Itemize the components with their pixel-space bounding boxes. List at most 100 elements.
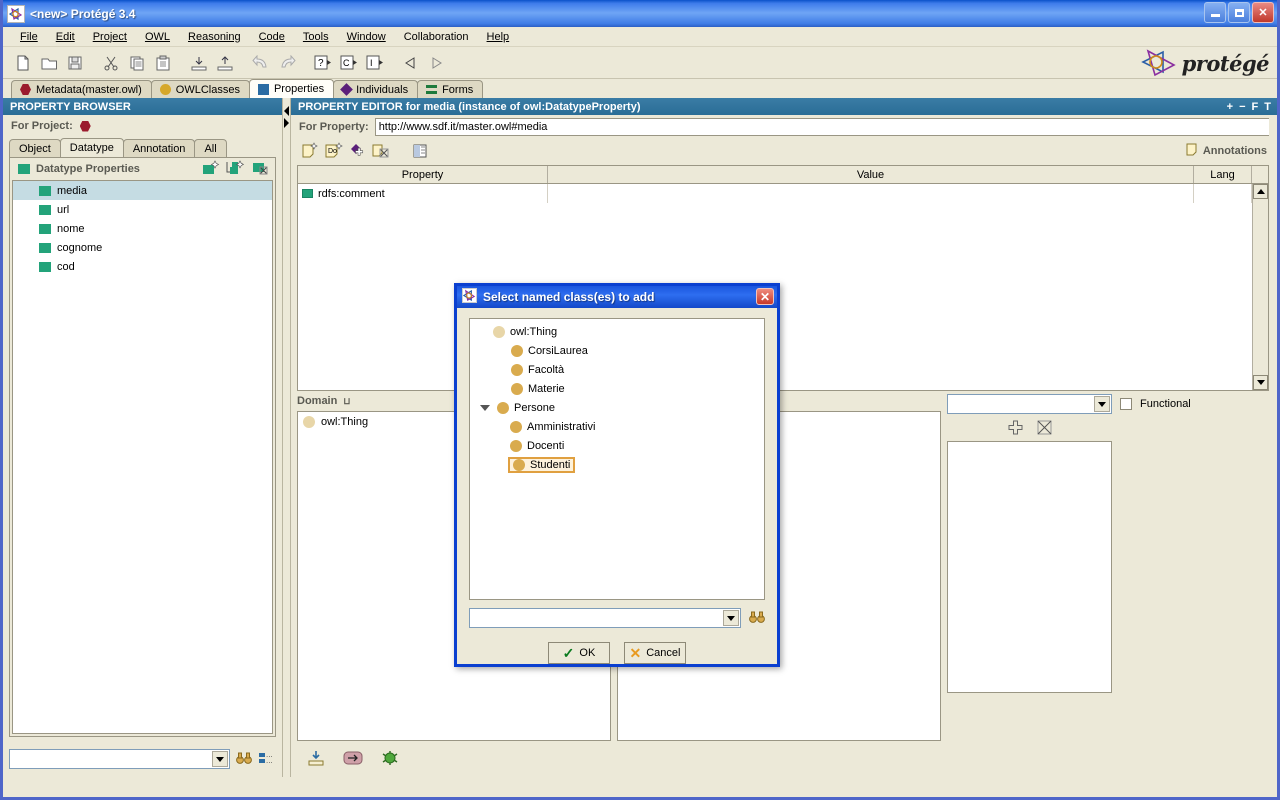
menu-code[interactable]: Code [250, 29, 294, 45]
create-annotation-icon[interactable] [301, 141, 319, 163]
subtab-annotation[interactable]: Annotation [122, 139, 196, 157]
tree-node-selected[interactable]: Studenti [508, 456, 576, 473]
view-options-icon[interactable]: ...... [258, 750, 276, 768]
subtab-datatype[interactable]: Datatype [59, 138, 124, 157]
move-icon[interactable] [343, 750, 363, 769]
menu-collaboration[interactable]: Collaboration [395, 29, 478, 45]
back-icon[interactable] [399, 51, 423, 75]
paste-icon[interactable] [151, 51, 175, 75]
column-header-lang[interactable]: Lang [1194, 166, 1252, 183]
debug-icon[interactable] [381, 750, 399, 769]
delete-property-icon[interactable] [252, 160, 270, 179]
subtab-object[interactable]: Object [9, 139, 61, 157]
remove-icon[interactable] [1037, 420, 1052, 438]
header-t-button[interactable]: T [1264, 101, 1271, 113]
tree-node-amministrativi[interactable]: Amministrativi [470, 417, 764, 436]
cell-lang[interactable] [1194, 184, 1252, 203]
instance-icon[interactable]: I [363, 51, 387, 75]
functional-checkbox[interactable] [1120, 398, 1132, 410]
menu-help[interactable]: Help [478, 29, 519, 45]
tree-node-persone[interactable]: Persone [470, 398, 764, 417]
redo-icon[interactable] [275, 51, 299, 75]
cell-value[interactable] [548, 184, 1194, 203]
query-icon[interactable]: ? [311, 51, 335, 75]
menu-window[interactable]: Window [338, 29, 395, 45]
list-item[interactable]: nome [13, 219, 272, 238]
menu-project[interactable]: Project [84, 29, 136, 45]
column-header-value[interactable]: Value [548, 166, 1194, 183]
menu-reasoning[interactable]: Reasoning [179, 29, 250, 45]
class-icon[interactable]: C [337, 51, 361, 75]
binoculars-icon[interactable] [749, 610, 765, 627]
menu-owl[interactable]: OWL [136, 29, 179, 45]
chevron-down-icon[interactable] [1094, 396, 1110, 412]
cell-property[interactable]: rdfs:comment [298, 184, 548, 203]
header-f-button[interactable]: F [1252, 101, 1259, 113]
dialog-search-combo[interactable] [469, 608, 741, 628]
menu-tools[interactable]: Tools [294, 29, 338, 45]
list-item[interactable]: cognome [13, 238, 272, 257]
collapse-left-icon[interactable] [284, 106, 289, 116]
tree-node-corsilaurea[interactable]: CorsiLaurea [470, 341, 764, 360]
search-combo[interactable] [9, 749, 230, 769]
chevron-down-icon[interactable] [723, 610, 739, 626]
tab-properties[interactable]: Properties [248, 79, 335, 98]
remove-annotation-icon[interactable] [372, 142, 390, 163]
tree-node-docenti[interactable]: Docenti [470, 436, 764, 455]
scroll-down-button[interactable] [1253, 375, 1268, 390]
dialog-close-button[interactable]: ✕ [756, 288, 774, 305]
class-tree[interactable]: owl:Thing CorsiLaurea Facoltà Materie Pe… [469, 318, 765, 600]
create-subproperty-icon[interactable] [226, 160, 246, 179]
new-project-icon[interactable] [11, 51, 35, 75]
cut-icon[interactable] [99, 51, 123, 75]
view-icon[interactable] [412, 143, 428, 162]
scroll-up-button[interactable] [1253, 184, 1268, 199]
export-icon[interactable] [213, 51, 237, 75]
tree-node-owl-thing[interactable]: owl:Thing [470, 322, 764, 341]
open-project-icon[interactable] [37, 51, 61, 75]
table-vertical-scrollbar[interactable] [1252, 184, 1268, 390]
undo-icon[interactable] [249, 51, 273, 75]
table-row[interactable]: rdfs:comment [298, 184, 1252, 203]
panel-splitter[interactable] [283, 98, 291, 777]
chevron-down-icon[interactable] [212, 751, 228, 767]
copy-icon[interactable] [125, 51, 149, 75]
datatype-properties-list[interactable]: media url nome cognome cod [12, 180, 273, 734]
close-button[interactable]: ✕ [1252, 2, 1274, 23]
maximize-button[interactable] [1228, 2, 1250, 23]
tree-node-materie[interactable]: Materie [470, 379, 764, 398]
import-icon[interactable] [187, 51, 211, 75]
range-combo[interactable] [947, 394, 1112, 414]
column-header-property[interactable]: Property [298, 166, 548, 183]
list-item[interactable]: media [13, 181, 272, 200]
add-property-value-icon[interactable] [349, 142, 367, 163]
tree-node-label: Studenti [530, 458, 571, 471]
tab-owlclasses[interactable]: OWLClasses [150, 80, 250, 98]
expand-collapse-icon[interactable] [478, 404, 492, 411]
tab-forms[interactable]: Forms [417, 80, 484, 98]
subtab-all[interactable]: All [194, 139, 227, 157]
tab-metadata[interactable]: Metadata(master.owl) [11, 80, 152, 98]
cancel-button[interactable]: ✕ Cancel [624, 642, 686, 664]
list-item[interactable]: url [13, 200, 272, 219]
expand-right-icon[interactable] [284, 118, 289, 128]
ok-button[interactable]: ✓ OK [548, 642, 610, 664]
menu-edit[interactable]: Edit [47, 29, 84, 45]
header-plus-button[interactable]: + [1227, 101, 1233, 113]
property-uri-field[interactable]: http://www.sdf.it/master.owl#media [374, 118, 1269, 136]
save-project-icon[interactable] [63, 51, 87, 75]
binoculars-icon[interactable] [236, 751, 252, 768]
list-item[interactable]: cod [13, 257, 272, 276]
minimize-button[interactable] [1204, 2, 1226, 23]
add-icon[interactable] [1008, 420, 1023, 438]
superproperties-list[interactable] [947, 441, 1112, 693]
tree-node-studenti[interactable]: Studenti [470, 455, 764, 474]
create-documentation-icon[interactable]: Do [324, 141, 344, 163]
tab-individuals[interactable]: Individuals [333, 80, 419, 98]
forward-icon[interactable] [425, 51, 449, 75]
import-values-icon[interactable] [307, 750, 325, 769]
header-minus-button[interactable]: − [1239, 101, 1245, 113]
tree-node-facolta[interactable]: Facoltà [470, 360, 764, 379]
create-datatype-property-icon[interactable] [202, 160, 220, 179]
menu-file[interactable]: File [11, 29, 47, 45]
